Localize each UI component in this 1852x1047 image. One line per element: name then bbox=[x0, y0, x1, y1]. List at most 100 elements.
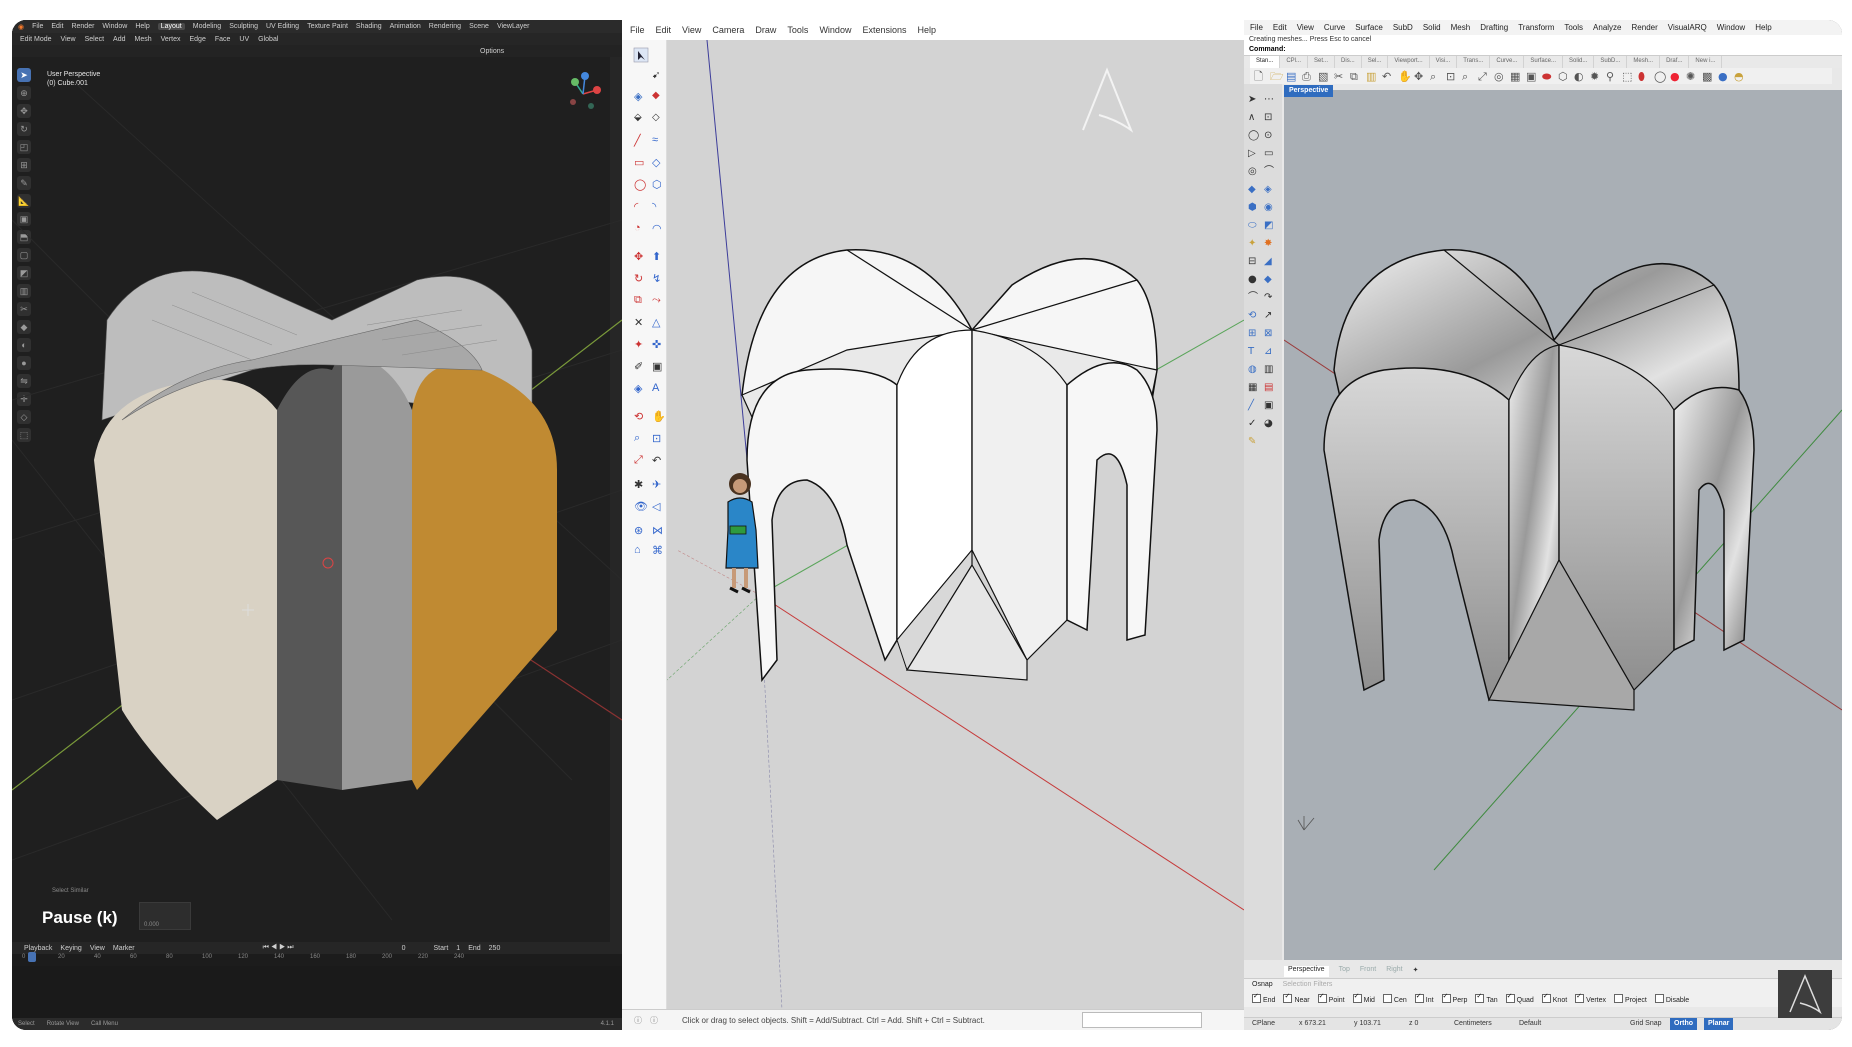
rh-menu-help[interactable]: Help bbox=[1755, 23, 1771, 32]
end-frame-field[interactable]: 250 bbox=[489, 945, 501, 952]
pie-tool-icon[interactable]: ◔ bbox=[634, 222, 648, 236]
tab-new-in[interactable]: New i... bbox=[1689, 56, 1723, 68]
status-geo-icon[interactable]: ⓘ bbox=[634, 1015, 642, 1026]
position-camera-icon[interactable]: ✱ bbox=[634, 478, 648, 492]
viewport-tab-right[interactable]: Right bbox=[1386, 966, 1402, 977]
checkbox-icon[interactable] bbox=[1352, 992, 1362, 1003]
marker-menu[interactable]: Marker bbox=[113, 945, 135, 952]
rh-menu-window[interactable]: Window bbox=[1717, 23, 1745, 32]
pause-value-field[interactable]: 0.000 bbox=[139, 902, 191, 930]
zoom-window-icon[interactable]: ⊡ bbox=[652, 432, 666, 446]
viewport-tab-perspective[interactable]: Perspective bbox=[1284, 966, 1329, 977]
tab-select[interactable]: Sel... bbox=[1362, 56, 1389, 68]
osnap-knot[interactable]: Knot bbox=[1541, 992, 1567, 1004]
osnap-end[interactable]: End bbox=[1252, 992, 1275, 1004]
su-menu-view[interactable]: View bbox=[682, 25, 701, 35]
status-info-icon[interactable]: ⓘ bbox=[650, 1015, 658, 1026]
checkbox-icon[interactable] bbox=[1575, 992, 1585, 1003]
tab-cplanes[interactable]: CPl... bbox=[1280, 56, 1309, 68]
rh-menu-analyze[interactable]: Analyze bbox=[1593, 23, 1621, 32]
look-around-icon[interactable]: 👁 bbox=[634, 500, 648, 514]
rotated-rect-icon[interactable]: ◇ bbox=[652, 156, 666, 170]
viewport-tab-top[interactable]: Top bbox=[1339, 966, 1350, 977]
playback-menu[interactable]: Playback bbox=[24, 945, 52, 952]
su-menu-help[interactable]: Help bbox=[917, 25, 936, 35]
su-menu-draw[interactable]: Draw bbox=[755, 25, 776, 35]
osnap-tab[interactable]: Osnap bbox=[1252, 981, 1273, 988]
grid-snap-toggle[interactable]: Grid Snap bbox=[1630, 1020, 1662, 1027]
arc-2pt-icon[interactable]: ◝ bbox=[652, 200, 666, 214]
rhino-perspective-viewport[interactable] bbox=[1284, 90, 1842, 960]
walk-tool-icon[interactable]: ✈ bbox=[652, 478, 666, 492]
ortho-toggle[interactable]: Ortho bbox=[1670, 1018, 1698, 1030]
checkbox-icon[interactable] bbox=[1441, 992, 1451, 1003]
osnap-near[interactable]: Near bbox=[1283, 992, 1310, 1004]
osnap-vertex[interactable]: Vertex bbox=[1575, 992, 1606, 1004]
eraser-alt-icon[interactable]: ◇ bbox=[652, 112, 666, 126]
section-plane-icon[interactable]: ◈ bbox=[634, 382, 648, 396]
selection-filters-tab[interactable]: Selection Filters bbox=[1283, 981, 1333, 988]
tab-surface[interactable]: Surface... bbox=[1524, 56, 1564, 68]
planar-toggle[interactable]: Planar bbox=[1704, 1018, 1734, 1030]
pan-tool-icon[interactable]: ✋ bbox=[652, 410, 666, 424]
rh-menu-subd[interactable]: SubD bbox=[1393, 23, 1413, 32]
protractor-icon[interactable]: △ bbox=[652, 316, 666, 330]
tab-viewport[interactable]: Viewport... bbox=[1388, 56, 1430, 68]
osnap-point[interactable]: Point bbox=[1317, 992, 1345, 1004]
line-tool-icon[interactable]: ╱ bbox=[634, 134, 648, 148]
tape-measure-icon[interactable]: ✕ bbox=[634, 316, 648, 330]
checkbox-icon[interactable] bbox=[1614, 994, 1624, 1003]
rh-menu-render[interactable]: Render bbox=[1632, 23, 1658, 32]
current-frame-field[interactable]: 0 bbox=[402, 945, 406, 952]
osnap-quad[interactable]: Quad bbox=[1505, 992, 1534, 1004]
checkbox-icon[interactable] bbox=[1654, 994, 1664, 1003]
tab-transform[interactable]: Trans... bbox=[1457, 56, 1491, 68]
checkbox-icon[interactable] bbox=[1475, 992, 1485, 1003]
follow-me-icon[interactable]: ↯ bbox=[652, 272, 666, 286]
checkbox-icon[interactable] bbox=[1414, 992, 1424, 1003]
checkbox-icon[interactable] bbox=[1541, 992, 1551, 1003]
zoom-extents-icon[interactable]: ⤢ bbox=[634, 454, 648, 468]
checkbox-icon[interactable] bbox=[1317, 992, 1327, 1003]
text-tool-icon[interactable]: ✜ bbox=[652, 338, 666, 352]
osnap-disable[interactable]: Disable bbox=[1654, 994, 1689, 1004]
tab-drafting[interactable]: Draf... bbox=[1660, 56, 1690, 68]
timeline-ruler[interactable]: 0 20 40 60 80 100 120 140 160 180 200 22… bbox=[12, 954, 622, 966]
rh-menu-view[interactable]: View bbox=[1297, 23, 1314, 32]
rh-menu-visualarq[interactable]: VisualARQ bbox=[1668, 23, 1707, 32]
playhead[interactable] bbox=[28, 952, 36, 962]
freehand-tool-icon[interactable]: ≈ bbox=[652, 134, 666, 148]
tag-tool-icon[interactable]: ⬙ bbox=[634, 112, 648, 126]
rh-menu-file[interactable]: File bbox=[1250, 23, 1263, 32]
last-operator-panel[interactable]: Select Similar bbox=[52, 888, 89, 894]
osnap-tan[interactable]: Tan bbox=[1475, 992, 1498, 1004]
arc-tool-icon[interactable]: ◜ bbox=[634, 200, 648, 214]
transport-controls-icon[interactable]: ⏮ ◀ ▶ ⏭ bbox=[263, 944, 294, 952]
tab-visibility[interactable]: Visi... bbox=[1430, 56, 1458, 68]
circle-tool-icon[interactable]: ◯ bbox=[634, 178, 648, 192]
viewport-title-tab[interactable]: Perspective bbox=[1284, 85, 1334, 97]
rotate-tool-icon[interactable]: ↻ bbox=[634, 272, 648, 286]
tab-mesh[interactable]: Mesh... bbox=[1627, 56, 1661, 68]
checkbox-icon[interactable] bbox=[1382, 994, 1392, 1003]
su-menu-tools[interactable]: Tools bbox=[787, 25, 808, 35]
zoom-tool-icon[interactable]: ⌕ bbox=[634, 432, 648, 446]
tab-display[interactable]: Dis... bbox=[1335, 56, 1362, 68]
rectangle-tool-icon[interactable]: ▭ bbox=[634, 156, 648, 170]
drape-tool-icon[interactable]: ⌘ bbox=[652, 544, 666, 558]
sandbox-tool-icon[interactable]: ⊛ bbox=[634, 524, 648, 538]
orbit-tool-icon[interactable]: ⟲ bbox=[634, 410, 648, 424]
rh-menu-surface[interactable]: Surface bbox=[1355, 23, 1383, 32]
3d-text-icon[interactable]: ▣ bbox=[652, 360, 666, 374]
checkbox-icon[interactable] bbox=[1505, 992, 1515, 1003]
tab-subd[interactable]: SubD... bbox=[1594, 56, 1628, 68]
push-pull-icon[interactable]: ⬆ bbox=[652, 250, 666, 264]
offset-tool-icon[interactable]: ⤳ bbox=[652, 294, 666, 308]
blender-viewport-canvas[interactable] bbox=[12, 20, 622, 1030]
stamp-tool-icon[interactable]: ⌂ bbox=[634, 544, 648, 558]
su-menu-camera[interactable]: Camera bbox=[712, 25, 744, 35]
layer-label[interactable]: Default bbox=[1519, 1020, 1541, 1027]
section-fill-icon[interactable]: ◁ bbox=[652, 500, 666, 514]
previous-view-icon[interactable]: ↶ bbox=[652, 454, 666, 468]
rh-menu-curve[interactable]: Curve bbox=[1324, 23, 1345, 32]
